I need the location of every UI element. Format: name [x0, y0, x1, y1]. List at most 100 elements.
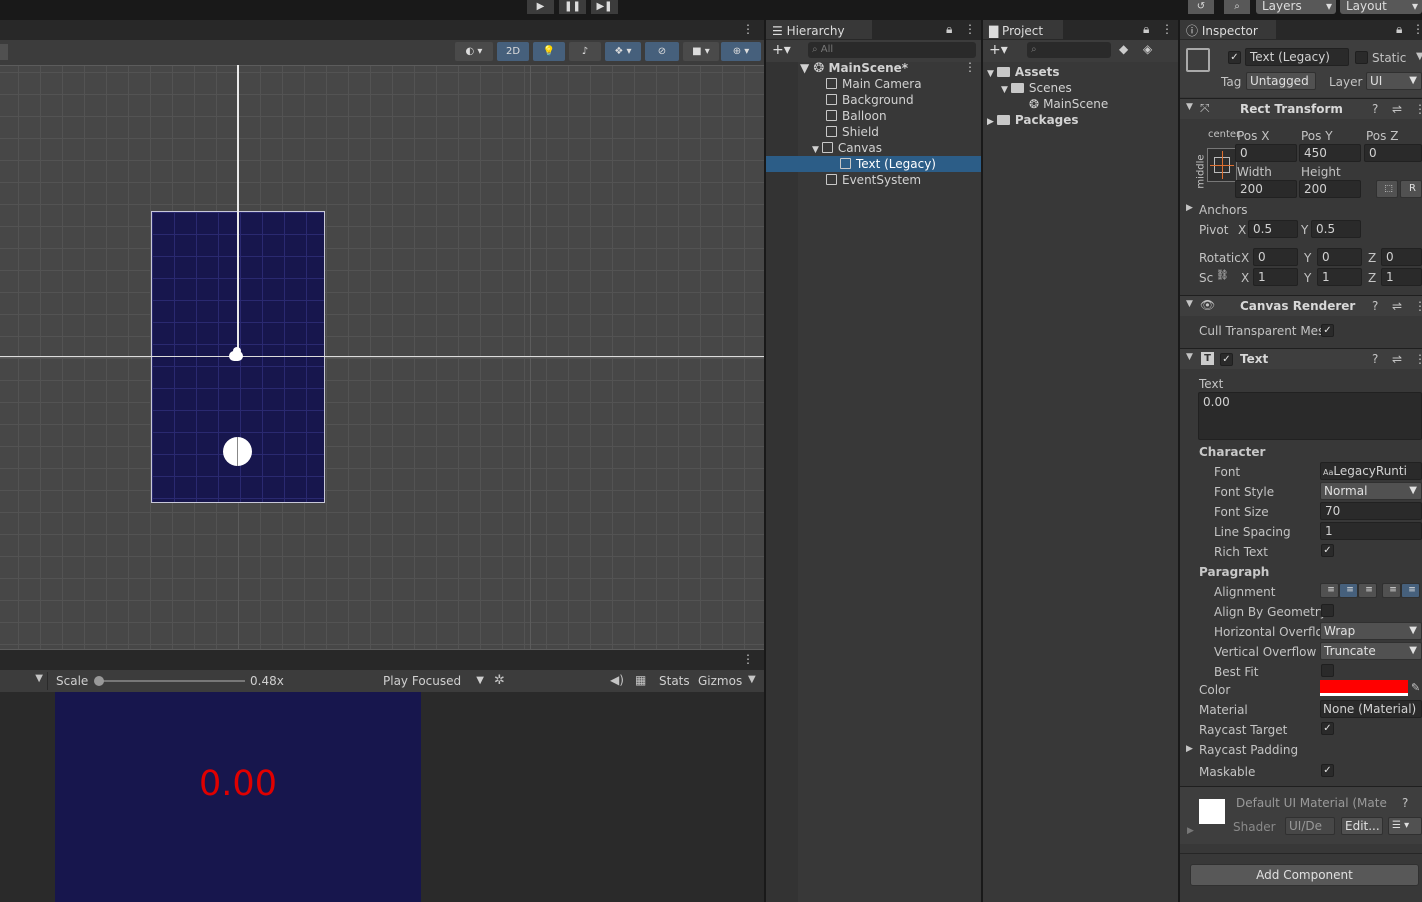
audio-icon[interactable]: ♪: [569, 42, 601, 61]
align-by-geometry-checkbox[interactable]: [1321, 604, 1334, 617]
scene-root-item[interactable]: ▼ ❂ MainScene*: [800, 60, 908, 76]
hierarchy-item-text-legacy[interactable]: Text (Legacy): [840, 156, 936, 172]
pivot-x-field[interactable]: 0.5: [1248, 220, 1298, 238]
stats-button[interactable]: Stats: [659, 674, 690, 688]
posx-field[interactable]: 0: [1235, 144, 1297, 162]
label-icon[interactable]: ◈: [1143, 42, 1152, 56]
scale-slider[interactable]: [97, 680, 245, 682]
help-icon[interactable]: ?: [1372, 352, 1378, 366]
hierarchy-item-shield[interactable]: Shield: [826, 124, 879, 140]
more-icon[interactable]: ⋮: [1161, 22, 1173, 36]
font-style-dropdown[interactable]: Normal ▼: [1320, 482, 1422, 500]
text-enabled-checkbox[interactable]: ✓: [1220, 353, 1233, 366]
mute-audio-icon[interactable]: ◀): [610, 673, 624, 687]
static-checkbox[interactable]: [1355, 51, 1368, 64]
hierarchy-search-input[interactable]: ⌕ All: [808, 42, 976, 58]
search-icon[interactable]: ⌕: [1224, 0, 1250, 14]
more-icon[interactable]: ⋮: [1412, 22, 1422, 36]
vertical-overflow-dropdown[interactable]: Truncate ▼: [1320, 642, 1422, 660]
scale-slider-handle[interactable]: [94, 676, 104, 686]
static-dropdown-icon[interactable]: ▼: [1416, 51, 1422, 62]
align-left-button[interactable]: ≡: [1320, 583, 1339, 598]
blueprint-mode-button[interactable]: ⬚: [1376, 180, 1398, 198]
filter-type-icon[interactable]: ◆: [1119, 42, 1128, 56]
cull-transparent-checkbox[interactable]: ✓: [1321, 324, 1334, 337]
lock-icon[interactable]: 🔒︎: [1143, 22, 1149, 37]
layer-dropdown[interactable]: UI ▼: [1366, 72, 1422, 90]
add-icon[interactable]: +▾: [989, 42, 1008, 58]
tag-dropdown[interactable]: Untagged: [1246, 72, 1316, 90]
raycast-target-checkbox[interactable]: ✓: [1321, 722, 1334, 735]
font-size-field[interactable]: 70: [1320, 502, 1422, 520]
tool-dropdown[interactable]: [0, 44, 8, 60]
shading-mode-icon[interactable]: ◐ ▾: [455, 42, 493, 61]
project-folder-scenes[interactable]: ▼ Scenes: [1001, 80, 1072, 96]
align-top-button[interactable]: ≡: [1382, 583, 1401, 598]
project-folder-packages[interactable]: ▶ Packages: [987, 112, 1079, 128]
raycast-padding-expand-icon[interactable]: ▶: [1186, 744, 1193, 754]
scene-viewport[interactable]: [0, 65, 764, 650]
hierarchy-item-eventsystem[interactable]: EventSystem: [826, 172, 921, 188]
pause-button[interactable]: ❚❚: [559, 0, 586, 14]
anchor-preset-button[interactable]: [1207, 148, 1237, 182]
posy-field[interactable]: 450: [1299, 144, 1361, 162]
width-field[interactable]: 200: [1235, 180, 1297, 198]
horizontal-overflow-dropdown[interactable]: Wrap ▼: [1320, 622, 1422, 640]
shader-dropdown[interactable]: UI/De: [1285, 817, 1335, 835]
more-icon[interactable]: ⋮: [742, 22, 754, 36]
preview-expand-icon[interactable]: ▶: [1187, 826, 1194, 836]
scale-z-field[interactable]: 1: [1381, 268, 1422, 286]
maskable-checkbox[interactable]: ✓: [1321, 764, 1334, 777]
font-field[interactable]: AaLegacyRunti: [1320, 462, 1422, 480]
preset-icon[interactable]: ⇌: [1392, 102, 1402, 116]
lock-icon[interactable]: 🔒︎: [946, 22, 952, 37]
help-icon[interactable]: ?: [1372, 299, 1378, 313]
line-spacing-field[interactable]: 1: [1320, 522, 1422, 540]
material-field[interactable]: None (Material): [1320, 700, 1422, 718]
layers-dropdown[interactable]: Layers ▾: [1256, 0, 1336, 14]
more-icon[interactable]: ⋮: [1414, 299, 1422, 313]
rotation-y-field[interactable]: 0: [1317, 248, 1362, 266]
history-icon[interactable]: ↺: [1188, 0, 1214, 14]
shader-menu-icon[interactable]: ☰ ▾: [1388, 817, 1422, 835]
scale-x-field[interactable]: 1: [1253, 268, 1298, 286]
inspector-tab[interactable]: ⓘ Inspector: [1180, 20, 1276, 39]
gizmos-dropdown-icon[interactable]: ▼: [748, 674, 756, 685]
rect-transform-header[interactable]: ▼ ⤧ Rect Transform ? ⇌ ⋮: [1180, 98, 1422, 119]
more-icon[interactable]: ⋮: [964, 60, 976, 74]
canvas-renderer-header[interactable]: ▼ 👁︎ Canvas Renderer ? ⇌ ⋮: [1180, 295, 1422, 316]
preset-icon[interactable]: ⇌: [1392, 352, 1402, 366]
project-tab[interactable]: ▇ Project: [983, 20, 1063, 39]
preset-icon[interactable]: ⇌: [1392, 299, 1402, 313]
posz-field[interactable]: 0: [1364, 144, 1422, 162]
camera-icon[interactable]: ■ ▾: [683, 42, 719, 61]
lighting-icon[interactable]: 💡: [533, 42, 565, 61]
project-search-input[interactable]: ⌕: [1027, 42, 1111, 58]
text-component-header[interactable]: ▼ T ✓ Text ? ⇌ ⋮: [1180, 348, 1422, 369]
project-item-mainscene[interactable]: ❂ MainScene: [1029, 96, 1108, 112]
more-icon[interactable]: ⋮: [1414, 352, 1422, 366]
best-fit-checkbox[interactable]: [1321, 664, 1334, 677]
pivot-y-field[interactable]: 0.5: [1311, 220, 1361, 238]
more-icon[interactable]: ⋮: [1414, 102, 1422, 116]
bug-icon[interactable]: ✲: [494, 673, 505, 688]
layout-dropdown[interactable]: Layout ▾: [1340, 0, 1422, 14]
height-field[interactable]: 200: [1299, 180, 1361, 198]
object-name-field[interactable]: Text (Legacy): [1245, 48, 1349, 66]
shader-edit-button[interactable]: Edit...: [1341, 817, 1383, 835]
help-icon[interactable]: ?: [1402, 796, 1408, 810]
rotation-x-field[interactable]: 0: [1253, 248, 1298, 266]
play-focused-dropdown[interactable]: Play Focused ▼: [378, 672, 488, 690]
scale-y-field[interactable]: 1: [1317, 268, 1362, 286]
constrain-proportions-icon[interactable]: ⛓: [1216, 270, 1229, 281]
active-checkbox[interactable]: ✓: [1228, 51, 1241, 64]
hierarchy-item-canvas[interactable]: ▼ Canvas: [812, 140, 882, 156]
rich-text-checkbox[interactable]: ✓: [1321, 544, 1334, 557]
step-button[interactable]: ▶❚: [591, 0, 618, 14]
more-icon[interactable]: ⋮: [742, 652, 754, 666]
lock-icon[interactable]: 🔒︎: [1396, 22, 1402, 37]
anchors-expand-icon[interactable]: ▶: [1186, 203, 1193, 213]
rotation-z-field[interactable]: 0: [1381, 248, 1422, 266]
hierarchy-tab[interactable]: ☰ Hierarchy: [766, 20, 872, 39]
hierarchy-item-balloon[interactable]: Balloon: [826, 108, 887, 124]
